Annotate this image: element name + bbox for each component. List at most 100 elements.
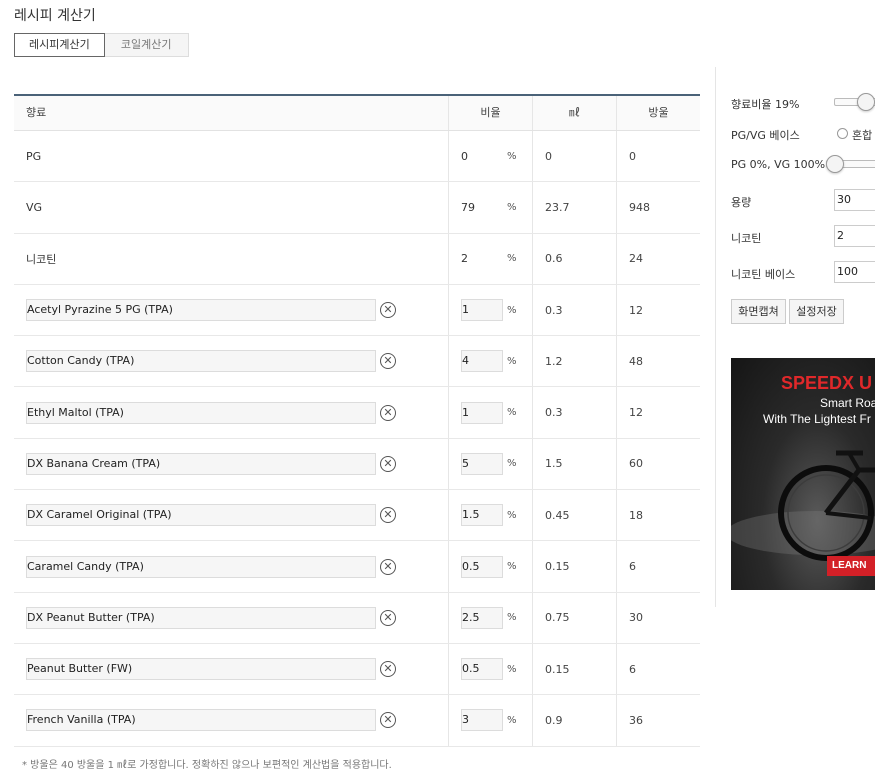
ml-value: 1.2 [532, 336, 616, 387]
drops-value: 12 [616, 284, 700, 336]
ml-value: 0.75 [532, 592, 616, 643]
ml-value: 1.5 [532, 438, 616, 490]
ratio-input[interactable]: 1.5 [461, 504, 503, 527]
nicotine-label: 니코틴 [731, 232, 762, 245]
flavor-name-input[interactable]: Ethyl Maltol (TPA) [26, 401, 376, 424]
close-circle-icon[interactable]: ✕ [380, 302, 396, 319]
ratio-input[interactable]: 3 [461, 709, 503, 732]
pgvg-mix-label: 혼합 [852, 129, 873, 142]
table-row: Cotton Candy (TPA) ✕ 4% 1.2 48 [14, 336, 700, 388]
percent-sign: % [507, 714, 517, 726]
page-title: 레시피 계산기 [14, 8, 96, 24]
screen-capture-button[interactable]: 화면캡쳐 [731, 299, 786, 324]
ml-value: 0.15 [532, 541, 616, 592]
table-row-nicotine: 니코틴 2% 0.6 24 [14, 233, 700, 285]
percent-sign: % [507, 458, 517, 470]
drops-value: 36 [616, 695, 700, 746]
footnote: * 방울은 40 방울을 1 ㎖로 가정합니다. 정확하진 않으나 보편적인 계… [22, 760, 392, 771]
percent-sign: % [507, 407, 517, 419]
drops-value: 0 [616, 131, 700, 182]
advertisement-banner[interactable]: SPEEDX U Smart Roa With The Lightest Fr … [731, 358, 875, 590]
percent-sign: % [507, 201, 517, 213]
close-circle-icon[interactable]: ✕ [380, 455, 396, 472]
ratio-input[interactable]: 0.5 [461, 555, 503, 578]
ml-value: 0.9 [532, 695, 616, 746]
nicotine-base-input[interactable]: 100 [834, 261, 875, 283]
pgvg-ratio-slider-handle[interactable] [826, 155, 844, 173]
percent-sign: % [507, 612, 517, 624]
ml-value: 0.6 [532, 233, 616, 284]
ml-value: 0 [532, 131, 616, 182]
volume-input[interactable]: 30 [834, 189, 875, 211]
percent-sign: % [507, 253, 517, 265]
close-circle-icon[interactable]: ✕ [380, 661, 396, 678]
drops-value: 6 [616, 541, 700, 592]
close-circle-icon[interactable]: ✕ [380, 507, 396, 524]
percent-sign: % [507, 509, 517, 521]
close-circle-icon[interactable]: ✕ [380, 404, 396, 421]
flavor-name-input[interactable]: Acetyl Pyrazine 5 PG (TPA) [26, 299, 376, 322]
close-circle-icon[interactable]: ✕ [380, 712, 396, 729]
ratio-input[interactable]: 2.5 [461, 606, 503, 629]
ml-value: 0.3 [532, 284, 616, 336]
table-row: DX Banana Cream (TPA) ✕ 5% 1.5 60 [14, 438, 700, 491]
table-header: 향료 비율 ㎖ 방울 [14, 96, 700, 131]
flavor-ratio-label: 향료비율 19% [731, 98, 800, 111]
nicotine-input[interactable]: 2 [834, 225, 875, 247]
drops-value: 12 [616, 387, 700, 438]
drops-value: 18 [616, 490, 700, 541]
flavor-name-input[interactable]: DX Caramel Original (TPA) [26, 504, 376, 527]
tab-recipe-calculator[interactable]: 레시피계산기 [14, 33, 105, 57]
flavor-name-input[interactable]: Cotton Candy (TPA) [26, 350, 376, 373]
percent-sign: % [507, 304, 517, 316]
drops-value: 30 [616, 592, 700, 643]
close-circle-icon[interactable]: ✕ [380, 353, 396, 370]
ad-learn-more-button[interactable]: LEARN [827, 556, 875, 576]
header-ml: ㎖ [532, 96, 616, 130]
ml-value: 0.45 [532, 490, 616, 541]
ratio-input[interactable]: 1 [461, 299, 503, 322]
drops-value: 948 [616, 182, 700, 233]
ratio-input[interactable]: 0.5 [461, 658, 503, 681]
pgvg-mix-radio[interactable] [837, 128, 848, 139]
close-circle-icon[interactable]: ✕ [380, 558, 396, 575]
table-row-vg: VG 79% 23.7 948 [14, 182, 700, 234]
row-name: 니코틴 [26, 252, 57, 266]
tab-coil-calculator[interactable]: 코일계산기 [104, 33, 189, 57]
percent-sign: % [507, 663, 517, 675]
header-ratio: 비율 [448, 96, 532, 130]
sidebar-divider [715, 67, 716, 607]
table-row: French Vanilla (TPA) ✕ 3% 0.9 36 [14, 695, 700, 747]
ratio-value: 0 [461, 149, 468, 163]
percent-sign: % [507, 561, 517, 573]
close-circle-icon[interactable]: ✕ [380, 609, 396, 626]
percent-sign: % [507, 150, 517, 162]
flavor-name-input[interactable]: DX Peanut Butter (TPA) [26, 606, 376, 629]
percent-sign: % [507, 355, 517, 367]
header-drops: 방울 [616, 96, 700, 130]
ml-value: 0.3 [532, 387, 616, 438]
ratio-input[interactable]: 5 [461, 452, 503, 475]
ratio-value: 2 [461, 252, 468, 266]
ml-value: 23.7 [532, 182, 616, 233]
ml-value: 0.15 [532, 643, 616, 695]
flavor-ratio-slider-handle[interactable] [857, 93, 875, 111]
tab-bar: 레시피계산기 코일계산기 [14, 33, 189, 57]
ratio-input[interactable]: 1 [461, 401, 503, 424]
flavor-name-input[interactable]: Peanut Butter (FW) [26, 658, 376, 681]
drops-value: 24 [616, 233, 700, 284]
flavor-name-input[interactable]: Caramel Candy (TPA) [26, 555, 376, 578]
ratio-input[interactable]: 4 [461, 350, 503, 373]
recipe-table: 향료 비율 ㎖ 방울 PG 0% 0 0 VG 79% 23.7 948 니코틴… [14, 94, 700, 747]
ratio-value: 79 [461, 200, 475, 214]
nicotine-base-label: 니코틴 베이스 [731, 268, 796, 281]
save-settings-button[interactable]: 설정저장 [789, 299, 844, 324]
table-row: Peanut Butter (FW) ✕ 0.5% 0.15 6 [14, 643, 700, 696]
pgvg-base-label: PG/VG 베이스 [731, 129, 800, 142]
header-flavor: 향료 [26, 106, 47, 119]
table-row: Caramel Candy (TPA) ✕ 0.5% 0.15 6 [14, 541, 700, 593]
flavor-name-input[interactable]: DX Banana Cream (TPA) [26, 452, 376, 475]
flavor-name-input[interactable]: French Vanilla (TPA) [26, 709, 376, 732]
row-name: VG [26, 200, 43, 214]
table-row: DX Caramel Original (TPA) ✕ 1.5% 0.45 18 [14, 490, 700, 542]
